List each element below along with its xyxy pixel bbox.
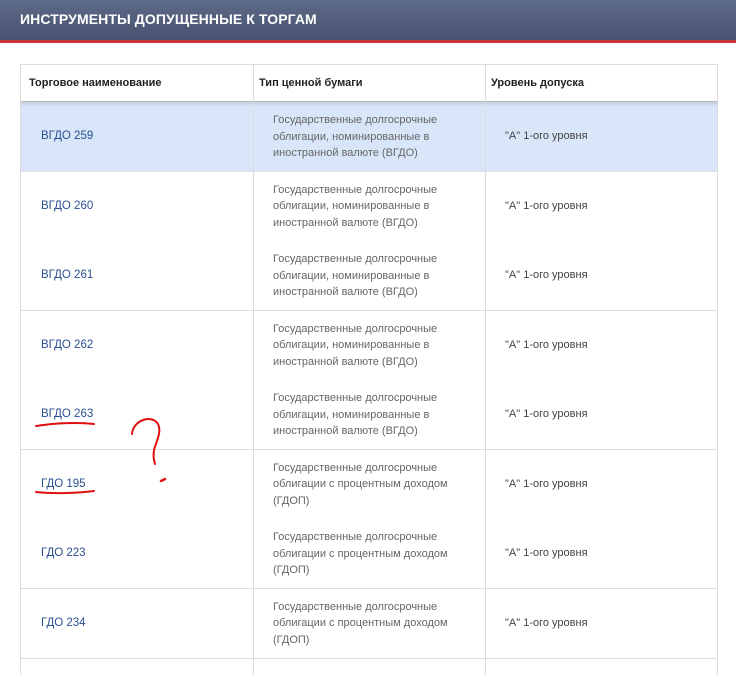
security-type-line: иностранной валюте (ВГДО) [273,147,418,159]
security-type: Государственные долгосрочные облигации, н… [273,390,473,440]
column-divider [485,65,486,675]
admission-level: "А" 1-ого уровня [505,477,588,490]
security-type-line: (ГДОП) [273,633,310,646]
security-type: Государственные долгосрочные облигации с … [273,529,473,579]
security-type-line: Государственные долгосрочные [273,600,438,613]
page-title: ИНСТРУМЕНТЫ ДОПУЩЕННЫЕ К ТОРГАМ [20,11,317,27]
security-type-line: облигации, номинированные в [273,408,430,421]
table-row[interactable]: ВГДО 263 Государственные долгосрочные обли… [21,380,717,450]
security-type-line: Государственные долгосрочные [273,183,438,196]
security-type: Государственные долгосрочные облигации, н… [273,321,473,371]
admission-level: "А" 1-ого уровня [505,199,588,212]
instrument-name-link[interactable]: ГДО 234 [41,617,86,629]
table-row[interactable]: ГДО 223 Государственные долгосрочные облиг… [21,519,717,589]
column-header-type[interactable]: Тип ценной бумаги [259,77,363,89]
security-type: Государственные долгосрочные облигации, н… [273,182,473,232]
admission-level: "А" 1-ого уровня [505,269,588,281]
table-row[interactable]: ГДО 234 Государственные долгосрочные облиг… [21,588,717,659]
security-type-line: облигации с процентным доходом [273,478,448,490]
instrument-name-link[interactable]: ВГДО 263 [41,408,93,420]
security-type-line: Государственные долгосрочные [273,322,438,335]
column-divider [253,65,254,675]
security-type: Государственные долгосрочные облигации с … [273,599,473,649]
instrument-name-link[interactable]: ВГДО 262 [41,339,93,351]
table-row[interactable]: ВГДО 262 Государственные долгосрочные обли… [21,310,717,381]
column-header-name[interactable]: Торговое наименование [29,77,162,89]
security-type-line: Государственные долгосрочные [273,461,438,474]
security-type-line: облигации с процентным доходом [273,547,448,560]
table-row[interactable]: ВГДО 260 Государственные долгосрочные обли… [21,171,717,242]
security-type-line: Государственные долгосрочные [273,114,438,126]
security-type-line: облигации, номинированные в [273,269,430,282]
instrument-name-link[interactable]: ВГДО 260 [41,200,93,212]
security-type-line: Государственные долгосрочные [273,253,438,265]
security-type-line: (ГДОП) [273,494,310,507]
security-type-line: иностранной валюте (ВГДО) [273,355,418,368]
instrument-name-link[interactable]: ВГДО 259 [41,130,93,142]
admission-level: "А" 1-ого уровня [505,408,588,420]
header-shadow [21,101,717,107]
security-type-line: облигации, номинированные в [273,339,430,351]
admission-level: "А" 1-ого уровня [505,547,588,559]
instrument-name-link[interactable]: ВГДО 261 [41,269,93,281]
security-type-line: иностранной валюте (ВГДО) [273,286,418,298]
table-header: Торговое наименование Тип ценной бумаги … [21,65,717,102]
security-type-line: облигации, номинированные в [273,200,430,212]
page-header: ИНСТРУМЕНТЫ ДОПУЩЕННЫЕ К ТОРГАМ [0,0,736,43]
security-type-line: Государственные долгосрочные [273,392,438,404]
instrument-name-link[interactable]: ГДО 223 [41,547,86,559]
instrument-name-link[interactable]: ГДО 195 [41,478,86,490]
admission-level: "А" 1-ого уровня [505,130,588,142]
security-type-line: облигации с процентным доходом [273,617,448,629]
security-type-line: Государственные долгосрочные [273,531,438,543]
security-type-line: облигации, номинированные в [273,130,430,143]
security-type: Государственные долгосрочные облигации, н… [273,112,473,162]
instruments-table: Торговое наименование Тип ценной бумаги … [20,64,718,675]
table-row[interactable]: ВГДО 261 Государственные долгосрочные обли… [21,241,717,311]
security-type: Государственные долгосрочные облигации с … [273,460,473,510]
table-row[interactable]: ВГДО 259 Государственные долгосрочные обли… [21,102,717,172]
security-type: Государственные долгосрочные облигации, н… [273,251,473,301]
admission-level: "А" 1-ого уровня [505,338,588,351]
column-header-level[interactable]: Уровень допуска [491,77,584,89]
table-row[interactable]: ГДО 195 Государственные долгосрочные облиг… [21,449,717,520]
security-type-line: иностранной валюте (ВГДО) [273,425,418,437]
security-type-line: иностранной валюте (ВГДО) [273,216,418,229]
security-type-line: (ГДОП) [273,564,310,576]
admission-level: "А" 1-ого уровня [505,616,588,629]
